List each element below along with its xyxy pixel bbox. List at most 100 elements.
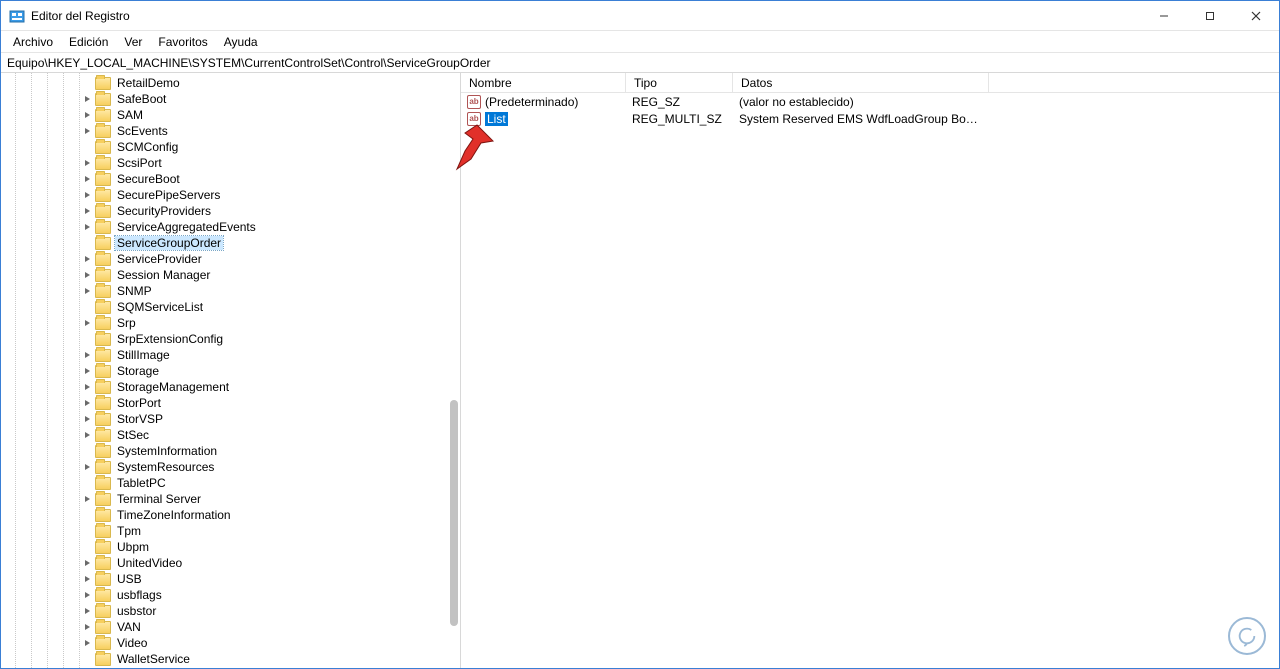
tree-item[interactable]: usbflags bbox=[1, 587, 460, 603]
maximize-button[interactable] bbox=[1187, 1, 1233, 31]
tree-item[interactable]: Video bbox=[1, 635, 460, 651]
tree-item[interactable]: SafeBoot bbox=[1, 91, 460, 107]
tree-item[interactable]: StillImage bbox=[1, 347, 460, 363]
col-name[interactable]: Nombre bbox=[461, 73, 626, 92]
expand-toggle-icon[interactable] bbox=[83, 270, 93, 280]
expand-toggle-icon[interactable] bbox=[83, 590, 93, 600]
tree-item[interactable]: usbstor bbox=[1, 603, 460, 619]
expand-toggle-icon[interactable] bbox=[83, 414, 93, 424]
menu-file[interactable]: Archivo bbox=[5, 33, 61, 51]
folder-icon bbox=[95, 413, 111, 426]
tree-item[interactable]: Srp bbox=[1, 315, 460, 331]
folder-icon bbox=[95, 573, 111, 586]
tree-item-label: StillImage bbox=[115, 348, 172, 362]
tree-pane[interactable]: RetailDemoSafeBootSAMScEventsSCMConfigSc… bbox=[1, 73, 461, 668]
expand-toggle-icon[interactable] bbox=[83, 206, 93, 216]
tree-item[interactable]: USB bbox=[1, 571, 460, 587]
value-row[interactable]: abListREG_MULTI_SZSystem Reserved EMS Wd… bbox=[461, 110, 1279, 127]
tree-item-label: SrpExtensionConfig bbox=[115, 332, 225, 346]
expand-toggle-icon[interactable] bbox=[83, 430, 93, 440]
expand-toggle-icon[interactable] bbox=[83, 558, 93, 568]
expand-toggle-icon[interactable] bbox=[83, 462, 93, 472]
col-data[interactable]: Datos bbox=[733, 73, 989, 92]
tree-item[interactable]: Tpm bbox=[1, 523, 460, 539]
registry-editor-window: Editor del Registro Archivo Edición Ver … bbox=[0, 0, 1280, 669]
expand-toggle-icon[interactable] bbox=[83, 190, 93, 200]
tree-item[interactable]: ScsiPort bbox=[1, 155, 460, 171]
folder-icon bbox=[95, 605, 111, 618]
address-bar[interactable]: Equipo\HKEY_LOCAL_MACHINE\SYSTEM\Current… bbox=[1, 53, 1279, 73]
expand-toggle-icon[interactable] bbox=[83, 398, 93, 408]
tree-item[interactable]: ServiceAggregatedEvents bbox=[1, 219, 460, 235]
tree-item[interactable]: SCMConfig bbox=[1, 139, 460, 155]
menu-edit[interactable]: Edición bbox=[61, 33, 116, 51]
tree-item[interactable]: TimeZoneInformation bbox=[1, 507, 460, 523]
expand-toggle-icon[interactable] bbox=[83, 638, 93, 648]
tree-item[interactable]: SNMP bbox=[1, 283, 460, 299]
tree-item[interactable]: ServiceGroupOrder bbox=[1, 235, 460, 251]
tree-item[interactable]: SrpExtensionConfig bbox=[1, 331, 460, 347]
close-button[interactable] bbox=[1233, 1, 1279, 31]
tree-item[interactable]: SecurePipeServers bbox=[1, 187, 460, 203]
tree-item[interactable]: SystemResources bbox=[1, 459, 460, 475]
values-pane: Nombre Tipo Datos ab(Predeterminado)REG_… bbox=[461, 73, 1279, 668]
tree-item[interactable]: Ubpm bbox=[1, 539, 460, 555]
expand-toggle-icon[interactable] bbox=[83, 222, 93, 232]
tree-item[interactable]: StSec bbox=[1, 427, 460, 443]
value-data: System Reserved EMS WdfLoadGroup Boot Bu… bbox=[733, 112, 989, 126]
expand-toggle-icon[interactable] bbox=[83, 382, 93, 392]
expand-toggle-icon[interactable] bbox=[83, 286, 93, 296]
tree-item[interactable]: TabletPC bbox=[1, 475, 460, 491]
tree-item[interactable]: UnitedVideo bbox=[1, 555, 460, 571]
expand-toggle-icon[interactable] bbox=[83, 126, 93, 136]
menu-favorites[interactable]: Favoritos bbox=[150, 33, 215, 51]
menu-help[interactable]: Ayuda bbox=[216, 33, 266, 51]
titlebar[interactable]: Editor del Registro bbox=[1, 1, 1279, 31]
tree-item[interactable]: VAN bbox=[1, 619, 460, 635]
folder-icon bbox=[95, 621, 111, 634]
assistant-bubble-icon[interactable] bbox=[1228, 617, 1266, 655]
expand-toggle-icon[interactable] bbox=[83, 574, 93, 584]
expand-toggle-icon[interactable] bbox=[83, 174, 93, 184]
tree-scrollbar-thumb[interactable] bbox=[450, 400, 458, 626]
tree-item[interactable]: StorPort bbox=[1, 395, 460, 411]
tree-item[interactable]: WalletService bbox=[1, 651, 460, 667]
tree-item[interactable]: Terminal Server bbox=[1, 491, 460, 507]
value-row[interactable]: ab(Predeterminado)REG_SZ(valor no establ… bbox=[461, 93, 1279, 110]
tree-item[interactable]: SAM bbox=[1, 107, 460, 123]
expand-toggle-icon[interactable] bbox=[83, 94, 93, 104]
tree-item-label: WalletService bbox=[115, 652, 192, 666]
minimize-button[interactable] bbox=[1141, 1, 1187, 31]
expand-toggle-icon[interactable] bbox=[83, 350, 93, 360]
tree-item[interactable]: SQMServiceList bbox=[1, 299, 460, 315]
tree-item[interactable]: Session Manager bbox=[1, 267, 460, 283]
folder-icon bbox=[95, 237, 111, 250]
tree-item[interactable]: StorageManagement bbox=[1, 379, 460, 395]
values-header[interactable]: Nombre Tipo Datos bbox=[461, 73, 1279, 93]
expand-toggle-icon[interactable] bbox=[83, 622, 93, 632]
tree-scrollbar[interactable] bbox=[450, 73, 458, 668]
tree-item[interactable]: SecurityProviders bbox=[1, 203, 460, 219]
expand-toggle-icon[interactable] bbox=[83, 494, 93, 504]
tree-item-label: StorPort bbox=[115, 396, 163, 410]
tree-item[interactable]: RetailDemo bbox=[1, 75, 460, 91]
tree-item[interactable]: SecureBoot bbox=[1, 171, 460, 187]
tree-item[interactable]: Storage bbox=[1, 363, 460, 379]
values-list[interactable]: ab(Predeterminado)REG_SZ(valor no establ… bbox=[461, 93, 1279, 668]
menu-view[interactable]: Ver bbox=[116, 33, 150, 51]
tree-item[interactable]: ServiceProvider bbox=[1, 251, 460, 267]
expand-toggle-icon[interactable] bbox=[83, 606, 93, 616]
tree-item-label: USB bbox=[115, 572, 144, 586]
expand-toggle-icon[interactable] bbox=[83, 366, 93, 376]
tree-item[interactable]: ScEvents bbox=[1, 123, 460, 139]
expand-toggle-icon[interactable] bbox=[83, 254, 93, 264]
tree-item[interactable]: StorVSP bbox=[1, 411, 460, 427]
tree-item[interactable]: SystemInformation bbox=[1, 443, 460, 459]
expand-toggle-icon[interactable] bbox=[83, 318, 93, 328]
tree-item-label: TimeZoneInformation bbox=[115, 508, 233, 522]
expand-toggle-icon[interactable] bbox=[83, 110, 93, 120]
expand-toggle-icon[interactable] bbox=[83, 158, 93, 168]
tree-item-label: Video bbox=[115, 636, 149, 650]
col-type[interactable]: Tipo bbox=[626, 73, 733, 92]
folder-icon bbox=[95, 269, 111, 282]
